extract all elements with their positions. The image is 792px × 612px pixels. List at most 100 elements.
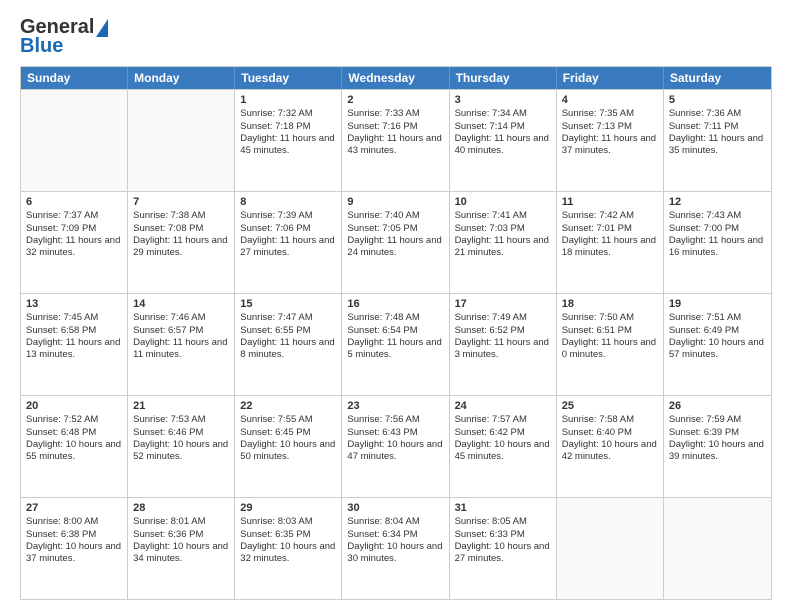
cal-cell: 20Sunrise: 7:52 AMSunset: 6:48 PMDayligh… [21,396,128,497]
sunrise-text: Sunrise: 8:04 AM [347,516,419,527]
cal-cell: 30Sunrise: 8:04 AMSunset: 6:34 PMDayligh… [342,498,449,599]
sunset-text: Sunset: 6:35 PM [240,529,310,540]
sunset-text: Sunset: 7:14 PM [455,121,525,132]
day-number: 17 [455,297,551,311]
daylight-text: Daylight: 11 hours and 37 minutes. [562,133,656,156]
daylight-text: Daylight: 10 hours and 47 minutes. [347,439,442,462]
day-header-thursday: Thursday [450,67,557,89]
daylight-text: Daylight: 10 hours and 50 minutes. [240,439,335,462]
daylight-text: Daylight: 11 hours and 0 minutes. [562,337,656,360]
sunset-text: Sunset: 6:52 PM [455,325,525,336]
cal-cell: 31Sunrise: 8:05 AMSunset: 6:33 PMDayligh… [450,498,557,599]
sunrise-text: Sunrise: 7:46 AM [133,312,205,323]
day-number: 15 [240,297,336,311]
sunset-text: Sunset: 6:58 PM [26,325,96,336]
cal-cell: 28Sunrise: 8:01 AMSunset: 6:36 PMDayligh… [128,498,235,599]
cal-cell: 3Sunrise: 7:34 AMSunset: 7:14 PMDaylight… [450,90,557,191]
sunrise-text: Sunrise: 7:35 AM [562,108,634,119]
week-row-1: 1Sunrise: 7:32 AMSunset: 7:18 PMDaylight… [21,89,771,191]
day-header-sunday: Sunday [21,67,128,89]
daylight-text: Daylight: 10 hours and 39 minutes. [669,439,764,462]
header: General Blue [20,16,772,58]
cal-cell: 5Sunrise: 7:36 AMSunset: 7:11 PMDaylight… [664,90,771,191]
day-number: 2 [347,93,443,107]
sunrise-text: Sunrise: 7:49 AM [455,312,527,323]
daylight-text: Daylight: 11 hours and 21 minutes. [455,235,549,258]
sunrise-text: Sunrise: 7:39 AM [240,210,312,221]
daylight-text: Daylight: 11 hours and 3 minutes. [455,337,549,360]
day-number: 5 [669,93,766,107]
daylight-text: Daylight: 11 hours and 32 minutes. [26,235,120,258]
sunrise-text: Sunrise: 7:51 AM [669,312,741,323]
sunrise-text: Sunrise: 7:53 AM [133,414,205,425]
daylight-text: Daylight: 11 hours and 29 minutes. [133,235,227,258]
sunrise-text: Sunrise: 8:03 AM [240,516,312,527]
day-number: 25 [562,399,658,413]
cal-cell: 13Sunrise: 7:45 AMSunset: 6:58 PMDayligh… [21,294,128,395]
sunrise-text: Sunrise: 7:37 AM [26,210,98,221]
cal-cell [664,498,771,599]
cal-cell: 15Sunrise: 7:47 AMSunset: 6:55 PMDayligh… [235,294,342,395]
sunrise-text: Sunrise: 7:42 AM [562,210,634,221]
week-row-2: 6Sunrise: 7:37 AMSunset: 7:09 PMDaylight… [21,191,771,293]
daylight-text: Daylight: 10 hours and 42 minutes. [562,439,657,462]
calendar: SundayMondayTuesdayWednesdayThursdayFrid… [20,66,772,600]
day-number: 14 [133,297,229,311]
day-number: 6 [26,195,122,209]
sunrise-text: Sunrise: 7:57 AM [455,414,527,425]
day-number: 31 [455,501,551,515]
day-number: 20 [26,399,122,413]
day-number: 19 [669,297,766,311]
daylight-text: Daylight: 11 hours and 13 minutes. [26,337,120,360]
cal-cell: 26Sunrise: 7:59 AMSunset: 6:39 PMDayligh… [664,396,771,497]
daylight-text: Daylight: 10 hours and 45 minutes. [455,439,550,462]
sunset-text: Sunset: 6:54 PM [347,325,417,336]
day-header-friday: Friday [557,67,664,89]
sunset-text: Sunset: 6:42 PM [455,427,525,438]
sunset-text: Sunset: 6:33 PM [455,529,525,540]
sunrise-text: Sunrise: 7:38 AM [133,210,205,221]
daylight-text: Daylight: 10 hours and 32 minutes. [240,541,335,564]
day-number: 12 [669,195,766,209]
week-row-4: 20Sunrise: 7:52 AMSunset: 6:48 PMDayligh… [21,395,771,497]
sunrise-text: Sunrise: 8:01 AM [133,516,205,527]
sunset-text: Sunset: 6:39 PM [669,427,739,438]
calendar-header: SundayMondayTuesdayWednesdayThursdayFrid… [21,67,771,89]
sunrise-text: Sunrise: 7:41 AM [455,210,527,221]
daylight-text: Daylight: 11 hours and 45 minutes. [240,133,334,156]
cal-cell: 25Sunrise: 7:58 AMSunset: 6:40 PMDayligh… [557,396,664,497]
sunrise-text: Sunrise: 7:36 AM [669,108,741,119]
logo-triangle-icon [96,19,108,37]
day-number: 10 [455,195,551,209]
day-number: 29 [240,501,336,515]
sunrise-text: Sunrise: 7:48 AM [347,312,419,323]
week-row-3: 13Sunrise: 7:45 AMSunset: 6:58 PMDayligh… [21,293,771,395]
day-number: 18 [562,297,658,311]
daylight-text: Daylight: 11 hours and 18 minutes. [562,235,656,258]
sunrise-text: Sunrise: 7:33 AM [347,108,419,119]
sunset-text: Sunset: 7:13 PM [562,121,632,132]
day-number: 8 [240,195,336,209]
cal-cell: 21Sunrise: 7:53 AMSunset: 6:46 PMDayligh… [128,396,235,497]
day-header-monday: Monday [128,67,235,89]
daylight-text: Daylight: 10 hours and 55 minutes. [26,439,121,462]
sunset-text: Sunset: 7:11 PM [669,121,739,132]
cal-cell: 10Sunrise: 7:41 AMSunset: 7:03 PMDayligh… [450,192,557,293]
cal-cell: 17Sunrise: 7:49 AM Sunset: 6:52 PMDayligh… [450,294,557,395]
sunset-text: Sunset: 7:09 PM [26,223,96,234]
sunset-text: Sunset: 7:00 PM [669,223,739,234]
sunrise-text: Sunrise: 7:32 AM [240,108,312,119]
cal-cell: 14Sunrise: 7:46 AMSunset: 6:57 PMDayligh… [128,294,235,395]
daylight-text: Daylight: 11 hours and 8 minutes. [240,337,334,360]
day-number: 16 [347,297,443,311]
cal-cell: 24Sunrise: 7:57 AMSunset: 6:42 PMDayligh… [450,396,557,497]
daylight-text: Daylight: 10 hours and 52 minutes. [133,439,228,462]
cal-cell: 19Sunrise: 7:51 AMSunset: 6:49 PMDayligh… [664,294,771,395]
cal-cell: 22Sunrise: 7:55 AMSunset: 6:45 PMDayligh… [235,396,342,497]
daylight-text: Daylight: 10 hours and 57 minutes. [669,337,764,360]
cal-cell: 12Sunrise: 7:43 AMSunset: 7:00 PMDayligh… [664,192,771,293]
sunrise-text: Sunrise: 7:45 AM [26,312,98,323]
cal-cell: 11Sunrise: 7:42 AMSunset: 7:01 PMDayligh… [557,192,664,293]
cal-cell [557,498,664,599]
sunrise-text: Sunrise: 8:00 AM [26,516,98,527]
